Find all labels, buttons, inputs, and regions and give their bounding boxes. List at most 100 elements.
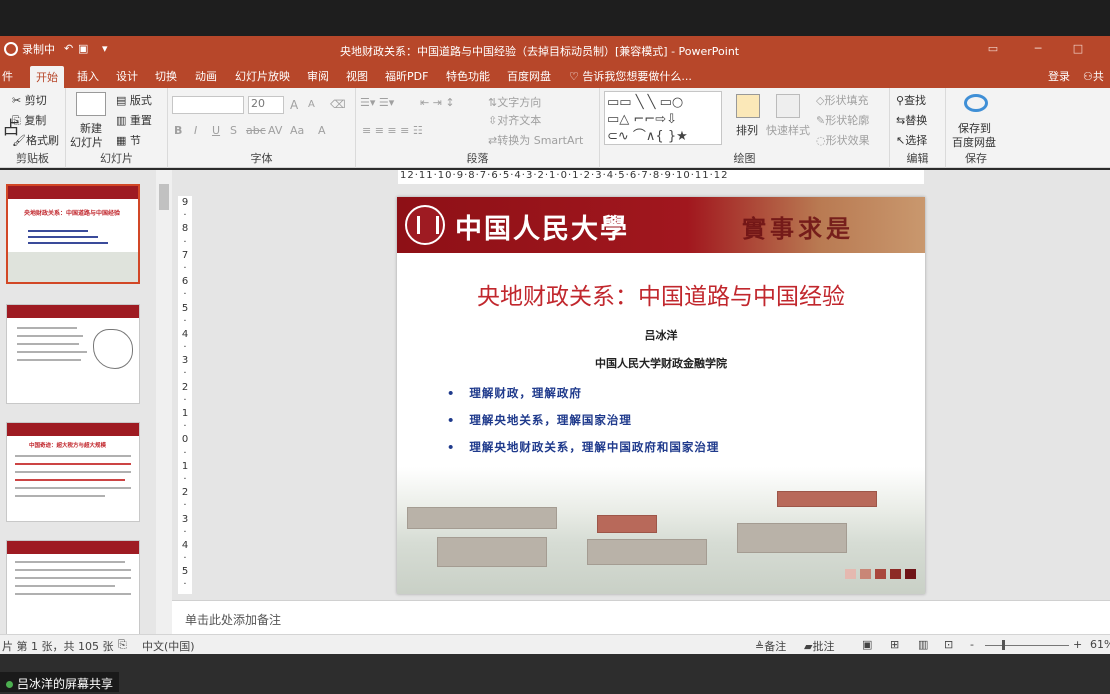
find-button[interactable]: ⚲查找 xyxy=(896,92,926,108)
new-slide-icon[interactable] xyxy=(76,92,106,116)
reset-button[interactable]: ▥ 重置 xyxy=(116,112,152,128)
baidu-label[interactable]: 百度网盘 xyxy=(952,134,996,150)
arrange-icon[interactable] xyxy=(736,94,760,118)
shape-outline-button[interactable]: ✎形状轮廓 xyxy=(816,112,869,128)
spellcheck-icon[interactable]: ⎘ xyxy=(118,638,127,652)
underline-button[interactable]: U xyxy=(212,124,220,137)
new-slide-label2[interactable]: 幻灯片 xyxy=(70,134,103,150)
maximize-icon[interactable]: □ xyxy=(1070,42,1086,56)
share-button[interactable]: ⚇共 xyxy=(1083,68,1104,84)
tab-file[interactable]: 件 xyxy=(2,68,13,84)
zoom-slider-handle[interactable] xyxy=(1002,640,1005,650)
minimize-icon[interactable]: ─ xyxy=(1030,42,1046,56)
ruler-tick: 8 xyxy=(181,223,189,235)
slide-title[interactable]: 央地财政关系：中国道路与中国经验 xyxy=(397,277,925,311)
replace-button[interactable]: ⇆替换 xyxy=(896,112,927,128)
shrink-font-button[interactable]: A xyxy=(308,99,315,110)
notes-toggle[interactable]: ≜备注 xyxy=(755,638,786,654)
slideshow-icon[interactable]: ⊡ xyxy=(944,638,953,651)
cut-button[interactable]: ✂ 剪切 xyxy=(12,92,47,108)
login-button[interactable]: 登录 xyxy=(1048,68,1070,84)
tab-review[interactable]: 审阅 xyxy=(307,68,329,84)
slide-canvas[interactable]: 中国人民大學 實事求是 央地财政关系：中国道路与中国经验 吕冰洋 中国人民大学财… xyxy=(397,197,925,594)
scrollbar-thumb[interactable] xyxy=(159,184,169,210)
layout-button[interactable]: ▤ 版式 xyxy=(116,92,152,108)
slide-thumbnail-2[interactable] xyxy=(6,304,140,404)
tab-design[interactable]: 设计 xyxy=(116,68,138,84)
align-text-button[interactable]: ⇳对齐文本 xyxy=(488,112,541,128)
font-family-input[interactable] xyxy=(172,96,244,114)
shadow-button[interactable]: S xyxy=(230,124,237,137)
slide-thumbnail-pane[interactable]: 央地财政关系：中国道路与中国经验 中国奇迹：超大税方与超大规模 xyxy=(0,170,156,640)
thumb-line xyxy=(17,343,79,345)
grow-font-button[interactable]: A xyxy=(290,98,298,112)
zoom-in-button[interactable]: + xyxy=(1073,638,1082,651)
tell-me-search[interactable]: ♡ 告诉我您想要做什么... xyxy=(569,68,692,84)
tab-slideshow[interactable]: 幻灯片放映 xyxy=(235,68,290,84)
strike-button[interactable]: abc xyxy=(246,124,266,137)
ruler-tick: 6 xyxy=(181,276,189,288)
slide-sorter-icon[interactable]: ⊞ xyxy=(890,638,899,651)
shape-fill-button[interactable]: ◇形状填充 xyxy=(816,92,868,108)
normal-view-icon[interactable]: ▣ xyxy=(862,638,872,651)
status-bar: 片 第 1 张，共 105 张 ⎘ 中文(中国) ≜备注 ▰批注 ▣ ⊞ ▥ ⊡… xyxy=(0,634,1110,654)
char-spacing-button[interactable]: AV xyxy=(268,124,282,137)
zoom-slider[interactable] xyxy=(985,645,1069,646)
thumbnail-scrollbar[interactable] xyxy=(156,170,172,634)
group-label-clipboard: 剪贴板 xyxy=(16,152,49,165)
quick-styles-label[interactable]: 快速样式 xyxy=(766,122,810,138)
select-button[interactable]: ↖选择 xyxy=(896,132,927,148)
reading-view-icon[interactable]: ▥ xyxy=(918,638,928,651)
zoom-out-button[interactable]: - xyxy=(970,638,974,651)
undo-icon[interactable]: ↶ xyxy=(64,42,73,55)
customize-qat-icon[interactable]: ▾ xyxy=(102,42,108,55)
bullets-icon[interactable]: ☰▾ ☰▾ xyxy=(360,96,394,109)
shape-effects-button[interactable]: ◌形状效果 xyxy=(816,132,870,148)
copy-button[interactable]: ⎘ 复制 xyxy=(12,112,46,128)
record-indicator[interactable]: 录制中 xyxy=(4,41,55,57)
arrange-label[interactable]: 排列 xyxy=(736,122,758,138)
zoom-level[interactable]: 61% xyxy=(1090,638,1110,651)
language-indicator[interactable]: 中文(中国) xyxy=(142,638,195,654)
font-size-input[interactable]: 20 xyxy=(248,96,284,114)
tab-animations[interactable]: 动画 xyxy=(195,68,217,84)
shapes-gallery[interactable]: ▭▭ ╲ ╲ ▭○ ▭△ ⌐⌐⇨⇩ ⊂∿ ⌒∧{ }★ xyxy=(604,91,722,145)
slide-author[interactable]: 吕冰洋 xyxy=(397,327,925,343)
indent-icon[interactable]: ⇤ ⇥ ↕ xyxy=(420,96,455,109)
bold-button[interactable]: B xyxy=(174,124,182,137)
tab-transitions[interactable]: 切换 xyxy=(155,68,177,84)
ruler-tick: · xyxy=(183,342,187,354)
tab-insert[interactable]: 插入 xyxy=(77,68,99,84)
tab-features[interactable]: 特色功能 xyxy=(446,68,490,84)
slide-institution[interactable]: 中国人民大学财政金融学院 xyxy=(397,355,925,371)
tab-baidu[interactable]: 百度网盘 xyxy=(507,68,551,84)
slide-thumbnail-3[interactable]: 中国奇迹：超大税方与超大规模 xyxy=(6,422,140,522)
section-button[interactable]: ▦ 节 xyxy=(116,132,141,148)
ribbon-display-icon[interactable]: ▭ xyxy=(985,42,1001,56)
comments-toggle[interactable]: ▰批注 xyxy=(804,638,834,654)
university-motto: 實事求是 xyxy=(742,214,854,243)
clear-format-icon[interactable]: ⌫ xyxy=(330,98,346,111)
slide-bullet-list[interactable]: 理解财政，理解政府 理解央地关系，理解国家治理 理解央地财政关系，理解中国政府和… xyxy=(447,385,719,466)
align-icons[interactable]: ≡ ≡ ≡ ≡ ☷ xyxy=(362,124,423,137)
font-color-icon[interactable]: A xyxy=(318,124,326,137)
format-painter-button[interactable]: 🖌格式刷 xyxy=(12,132,59,148)
quick-styles-icon[interactable] xyxy=(776,94,800,118)
tab-view[interactable]: 视图 xyxy=(346,68,368,84)
italic-button[interactable]: I xyxy=(194,124,197,137)
copy-icon: ⎘ xyxy=(12,114,21,127)
campus-aerial-image xyxy=(397,467,925,594)
tab-foxit-pdf[interactable]: 福昕PDF xyxy=(385,68,428,84)
slide-thumbnail-4[interactable] xyxy=(6,540,140,640)
cloud-icon[interactable] xyxy=(964,94,988,112)
notes-pane[interactable]: 单击此处添加备注 xyxy=(172,600,1110,634)
present-icon[interactable]: ▣ xyxy=(78,42,88,55)
ruler-tick: 1 xyxy=(181,460,189,472)
change-case-button[interactable]: Aa xyxy=(290,124,304,137)
slide-thumbnail-1[interactable]: 央地财政关系：中国道路与中国经验 xyxy=(6,184,140,284)
text-direction-button[interactable]: ⇅文字方向 xyxy=(488,94,541,110)
ruler-tick: · xyxy=(183,447,187,459)
smartart-button[interactable]: ⇄转换为 SmartArt xyxy=(488,132,583,148)
notes-placeholder[interactable]: 单击此处添加备注 xyxy=(185,611,281,628)
decorative-square xyxy=(845,569,856,579)
